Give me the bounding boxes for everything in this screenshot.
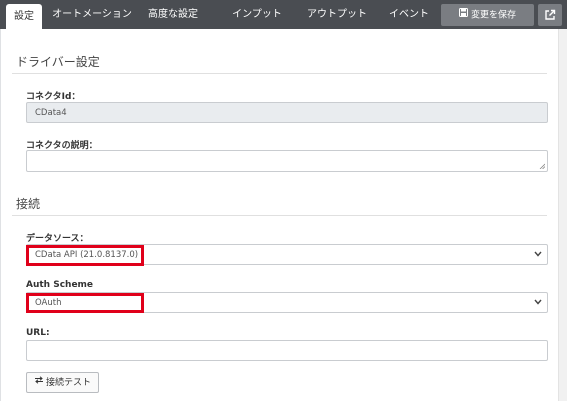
connector-description-textarea[interactable] xyxy=(26,150,548,172)
save-button-label: 変更を保存 xyxy=(470,10,516,21)
tab-input[interactable]: インプット xyxy=(224,0,290,29)
connector-id-label: コネクタId： xyxy=(26,92,81,102)
auth-scheme-highlight-box xyxy=(26,293,144,313)
save-icon xyxy=(458,4,468,26)
tab-automation[interactable]: オートメーション xyxy=(52,0,132,29)
swap-arrows-icon xyxy=(34,373,44,392)
tab-advanced[interactable]: 高度な設定 xyxy=(138,0,208,29)
data-source-highlight-box xyxy=(26,245,144,266)
tab-settings[interactable]: 設定 xyxy=(6,4,42,29)
save-changes-button[interactable]: 変更を保存 xyxy=(441,4,534,26)
tab-output[interactable]: アウトプット xyxy=(298,0,376,29)
data-source-label: データソース： xyxy=(26,234,89,244)
resize-grip-icon[interactable] xyxy=(539,163,545,169)
connector-id-field: CData4 xyxy=(26,102,548,123)
url-label: URL: xyxy=(26,328,50,338)
test-connection-label: 接続テスト xyxy=(45,378,91,388)
tab-events[interactable]: イベント xyxy=(382,0,436,29)
section-divider xyxy=(12,215,547,216)
section-divider xyxy=(12,73,547,74)
auth-scheme-label: Auth Scheme xyxy=(26,280,94,290)
external-link-icon xyxy=(545,9,556,20)
url-input[interactable] xyxy=(26,340,548,361)
driver-settings-heading: ドライバー設定 xyxy=(16,55,100,69)
connection-heading: 接続 xyxy=(16,197,41,211)
chevron-down-icon xyxy=(534,299,542,305)
vertical-scrollbar[interactable] xyxy=(558,29,567,401)
open-external-button[interactable] xyxy=(538,4,562,26)
chevron-down-icon xyxy=(534,251,542,257)
top-navigation-bar: 設定 オートメーション 高度な設定 インプット アウトプット イベント 変更を保… xyxy=(0,0,567,29)
connector-id-value: CData4 xyxy=(35,108,67,118)
test-connection-button[interactable]: 接続テスト xyxy=(26,372,99,393)
